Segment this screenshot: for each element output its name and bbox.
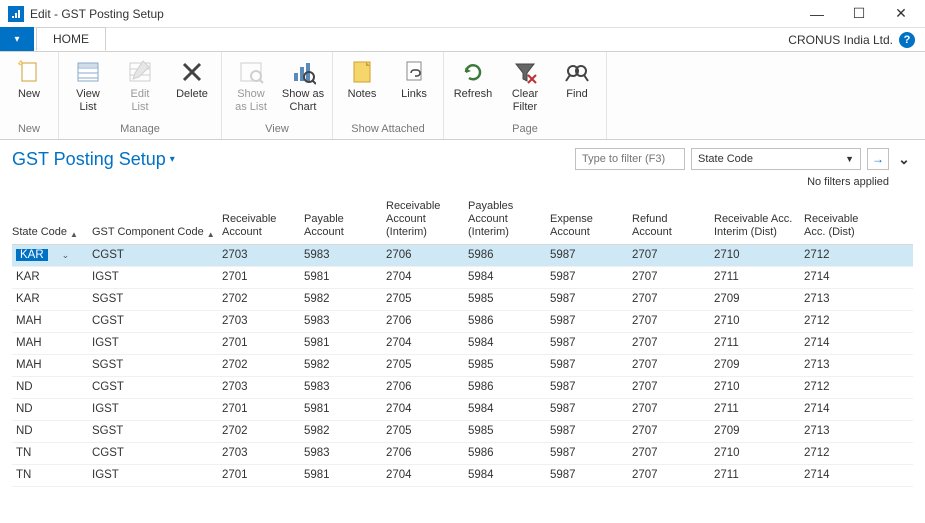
minimize-button[interactable]: — bbox=[797, 2, 837, 26]
new-icon bbox=[15, 58, 43, 86]
col-expense-account[interactable]: Expense Account bbox=[550, 200, 632, 240]
data-grid: State Code▲ GST Component Code▲ Receivab… bbox=[0, 194, 925, 487]
close-button[interactable]: ✕ bbox=[881, 2, 921, 26]
title-bar: Edit - GST Posting Setup — ☐ ✕ bbox=[0, 0, 925, 28]
col-receivable-interim[interactable]: Receivable Account (Interim) bbox=[386, 200, 468, 240]
notes-icon bbox=[348, 58, 376, 86]
table-row[interactable]: NDIGST27015981270459845987270727112714 bbox=[12, 399, 913, 421]
new-button[interactable]: New bbox=[4, 56, 54, 101]
col-receivable-account[interactable]: Receivable Account bbox=[222, 200, 304, 240]
col-receivable-dist[interactable]: Receivable Acc. (Dist) bbox=[804, 200, 884, 240]
company-name: CRONUS India Ltd. bbox=[788, 33, 893, 47]
find-button[interactable]: Find bbox=[552, 56, 602, 101]
maximize-button[interactable]: ☐ bbox=[839, 2, 879, 26]
no-filters-label: No filters applied bbox=[0, 174, 925, 194]
expand-button[interactable]: ⌄ bbox=[895, 148, 913, 170]
edit-list-button[interactable]: Edit List bbox=[115, 56, 165, 114]
list-icon bbox=[74, 58, 102, 86]
table-row[interactable]: MAHIGST27015981270459845987270727112714 bbox=[12, 333, 913, 355]
links-button[interactable]: Links bbox=[389, 56, 439, 101]
help-icon[interactable]: ? bbox=[899, 32, 915, 48]
table-row[interactable]: TNCGST27035983270659865987270727102712 bbox=[12, 443, 913, 465]
chevron-down-icon: ▼ bbox=[845, 154, 854, 164]
table-row[interactable]: NDSGST27025982270559855987270727092713 bbox=[12, 421, 913, 443]
file-tab[interactable]: ▾ bbox=[0, 27, 34, 51]
chart-icon bbox=[289, 58, 317, 86]
col-receivable-interim-dist[interactable]: Receivable Acc. Interim (Dist) bbox=[714, 200, 804, 240]
window-title: Edit - GST Posting Setup bbox=[30, 7, 797, 21]
page-title-dropdown-icon[interactable]: ▾ bbox=[170, 154, 175, 165]
chevron-down-icon[interactable]: ⌄ bbox=[62, 250, 70, 261]
find-icon bbox=[563, 58, 591, 86]
ribbon: New New View List Edit List Delete Manag… bbox=[0, 52, 925, 140]
links-icon bbox=[400, 58, 428, 86]
delete-button[interactable]: Delete bbox=[167, 56, 217, 101]
delete-icon bbox=[178, 58, 206, 86]
notes-button[interactable]: Notes bbox=[337, 56, 387, 101]
table-row[interactable]: KARIGST27015981270459845987270727112714 bbox=[12, 267, 913, 289]
sort-asc-icon: ▲ bbox=[207, 230, 215, 240]
show-as-list-button[interactable]: Show as List bbox=[226, 56, 276, 114]
col-payables-interim[interactable]: Payables Account (Interim) bbox=[468, 200, 550, 240]
grid-header: State Code▲ GST Component Code▲ Receivab… bbox=[12, 194, 913, 245]
table-row[interactable]: MAHCGST27035983270659865987270727102712 bbox=[12, 311, 913, 333]
col-refund-account[interactable]: Refund Account bbox=[632, 200, 714, 240]
group-manage-label: Manage bbox=[63, 123, 217, 137]
filter-go-button[interactable]: → bbox=[867, 148, 889, 170]
group-view-label: View bbox=[226, 123, 328, 137]
refresh-icon bbox=[459, 58, 487, 86]
col-payable-account[interactable]: Payable Account bbox=[304, 200, 386, 240]
edit-list-icon bbox=[126, 58, 154, 86]
sort-asc-icon: ▲ bbox=[70, 230, 78, 240]
app-icon bbox=[8, 6, 24, 22]
view-list-button[interactable]: View List bbox=[63, 56, 113, 114]
filter-field-select[interactable]: State Code ▼ bbox=[691, 148, 861, 170]
col-state-code[interactable]: State Code▲ bbox=[12, 200, 92, 240]
clear-filter-button[interactable]: Clear Filter bbox=[500, 56, 550, 114]
home-tab[interactable]: HOME bbox=[36, 27, 106, 51]
table-row[interactable]: MAHSGST27025982270559855987270727092713 bbox=[12, 355, 913, 377]
table-row[interactable]: NDCGST27035983270659865987270727102712 bbox=[12, 377, 913, 399]
show-as-chart-button[interactable]: Show as Chart bbox=[278, 56, 328, 114]
col-gst-component[interactable]: GST Component Code▲ bbox=[92, 200, 222, 240]
table-row[interactable]: TNIGST27015981270459845987270727112714 bbox=[12, 465, 913, 487]
group-attached-label: Show Attached bbox=[337, 123, 439, 137]
tabs-row: ▾ HOME bbox=[0, 28, 925, 52]
table-row[interactable]: KARSGST27025982270559855987270727092713 bbox=[12, 289, 913, 311]
show-list-icon bbox=[237, 58, 265, 86]
grid-body: KAR⌄CGST27035983270659865987270727102712… bbox=[12, 245, 913, 487]
page-title: GST Posting Setup bbox=[12, 149, 166, 170]
table-row[interactable]: KAR⌄CGST27035983270659865987270727102712 bbox=[12, 245, 913, 267]
filter-input[interactable] bbox=[575, 148, 685, 170]
clear-filter-icon bbox=[511, 58, 539, 86]
refresh-button[interactable]: Refresh bbox=[448, 56, 498, 101]
group-new-label: New bbox=[4, 123, 54, 137]
group-page-label: Page bbox=[448, 123, 602, 137]
